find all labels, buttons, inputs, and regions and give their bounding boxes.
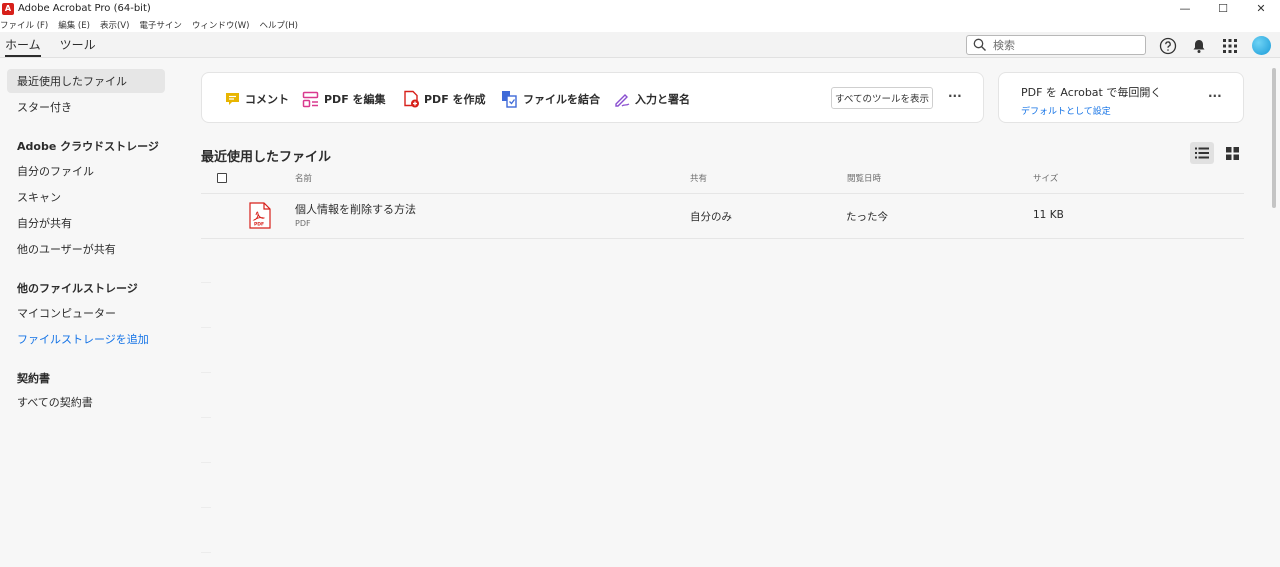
empty-row-marker (201, 462, 211, 463)
window-controls: — ☐ ✕ (1166, 0, 1280, 17)
sidebar-item-shared-by-me[interactable]: 自分が共有 (7, 211, 165, 235)
tool-combine-files[interactable]: ファイルを結合 (501, 89, 600, 109)
set-as-default-link[interactable]: デフォルトとして設定 (1021, 104, 1111, 117)
tab-home[interactable]: ホーム (0, 32, 46, 57)
menu-edit[interactable]: 編集 (E) (58, 19, 90, 31)
combine-files-icon (502, 91, 517, 108)
acrobat-logo-icon: A (2, 2, 14, 15)
list-view-icon (1195, 147, 1209, 159)
recent-files-title: 最近使用したファイル (201, 150, 332, 165)
menu-help[interactable]: ヘルプ(H) (259, 19, 298, 31)
quick-tools-card: コメント PDF を編集 PDF を作成 ファイルを結合 入力と署名 すべてのツ… (201, 72, 984, 123)
column-header-shared[interactable]: 共有 (690, 172, 707, 184)
menu-window[interactable]: ウィンドウ(W) (192, 19, 250, 31)
maximize-button[interactable]: ☐ (1204, 0, 1242, 17)
sidebar-item-add-storage[interactable]: ファイルストレージを追加 (7, 327, 165, 351)
tool-comment-label: コメント (245, 93, 289, 106)
title-bar: A Adobe Acrobat Pro (64-bit) — ☐ ✕ (0, 0, 1280, 17)
file-opened-time: たった今 (846, 211, 888, 223)
fill-sign-icon (615, 94, 630, 107)
apps-grid-icon[interactable] (1221, 37, 1239, 55)
minimize-button[interactable]: — (1166, 0, 1204, 17)
sidebar-heading-agreements: 契約書 (17, 372, 50, 385)
sidebar-item-recent[interactable]: 最近使用したファイル (7, 69, 165, 93)
top-navigation: ホーム ツール (0, 32, 1280, 58)
sidebar-item-my-files[interactable]: 自分のファイル (7, 159, 165, 183)
menu-esign[interactable]: 電子サイン (139, 19, 182, 31)
tool-create-pdf[interactable]: PDF を作成 (403, 89, 486, 109)
menu-view[interactable]: 表示(V) (100, 19, 129, 31)
default-app-card: PDF を Acrobat で毎回開く デフォルトとして設定 ··· (998, 72, 1244, 123)
empty-row-marker (201, 507, 211, 508)
create-pdf-icon (404, 90, 419, 108)
search-icon (973, 38, 986, 51)
menu-file[interactable]: ファイル (F) (0, 19, 48, 31)
avatar[interactable] (1252, 36, 1271, 55)
tool-edit-pdf-label: PDF を編集 (324, 93, 386, 106)
empty-row-marker (201, 282, 211, 283)
empty-row-marker (201, 552, 211, 553)
tool-fill-sign-label: 入力と署名 (635, 93, 690, 106)
scrollbar-thumb[interactable] (1272, 68, 1276, 208)
column-header-opened[interactable]: 閲覧日時 (847, 172, 881, 184)
search-input[interactable] (993, 38, 1133, 52)
tools-more-button[interactable]: ··· (948, 89, 962, 103)
sidebar-item-shared-by-others[interactable]: 他のユーザーが共有 (7, 237, 165, 261)
edit-pdf-icon (302, 91, 319, 107)
tool-edit-pdf[interactable]: PDF を編集 (302, 89, 386, 109)
main-scrollbar[interactable] (1268, 58, 1280, 567)
sidebar: 最近使用したファイル スター付き Adobe クラウドストレージ 自分のファイル… (0, 58, 172, 567)
tab-home-label: ホーム (5, 38, 41, 52)
empty-row-marker (201, 327, 211, 328)
table-row[interactable]: PDF 個人情報を削除する方法 PDF 自分のみ たった今 11 KB (201, 194, 1244, 238)
tool-create-pdf-label: PDF を作成 (424, 93, 486, 106)
pdf-file-icon: PDF (249, 202, 271, 229)
tool-combine-files-label: ファイルを結合 (523, 93, 600, 106)
sidebar-item-my-computer[interactable]: マイコンピューター (7, 301, 165, 325)
file-size: 11 KB (1033, 209, 1064, 221)
sidebar-heading-other-storage: 他のファイルストレージ (17, 282, 138, 295)
column-header-size[interactable]: サイズ (1033, 172, 1058, 184)
sidebar-heading-cloud: Adobe クラウドストレージ (17, 140, 159, 153)
sidebar-item-scan[interactable]: スキャン (7, 185, 165, 209)
empty-row-marker (201, 372, 211, 373)
list-view-button[interactable] (1190, 142, 1214, 164)
tool-fill-sign[interactable]: 入力と署名 (613, 89, 690, 109)
grid-view-icon (1225, 146, 1239, 160)
default-app-title: PDF を Acrobat で毎回開く (1021, 86, 1162, 99)
default-card-more-button[interactable]: ··· (1208, 89, 1222, 103)
help-icon[interactable] (1159, 37, 1177, 55)
close-button[interactable]: ✕ (1242, 0, 1280, 17)
show-all-tools-button[interactable]: すべてのツールを表示 (831, 87, 933, 109)
grid-view-button[interactable] (1220, 142, 1244, 164)
search-box[interactable] (966, 35, 1146, 55)
notifications-bell-icon[interactable] (1190, 37, 1208, 55)
row-divider (201, 238, 1244, 239)
sidebar-item-all-agreements[interactable]: すべての契約書 (7, 390, 165, 414)
pdf-file-icon-label: PDF (254, 222, 264, 228)
tab-tools[interactable]: ツール (55, 32, 101, 57)
file-type: PDF (295, 219, 311, 228)
file-name[interactable]: 個人情報を削除する方法 (295, 201, 416, 217)
window-title: Adobe Acrobat Pro (64-bit) (18, 3, 151, 14)
file-shared-status: 自分のみ (690, 211, 732, 223)
tool-comment[interactable]: コメント (224, 89, 289, 109)
menu-bar: ファイル (F) 編集 (E) 表示(V) 電子サイン ウィンドウ(W) ヘルプ… (0, 17, 1280, 32)
comment-icon (226, 92, 239, 105)
sidebar-item-starred[interactable]: スター付き (7, 95, 165, 119)
column-header-name[interactable]: 名前 (295, 172, 312, 184)
select-all-checkbox[interactable] (217, 173, 227, 183)
tab-tools-label: ツール (59, 38, 96, 52)
empty-row-marker (201, 417, 211, 418)
